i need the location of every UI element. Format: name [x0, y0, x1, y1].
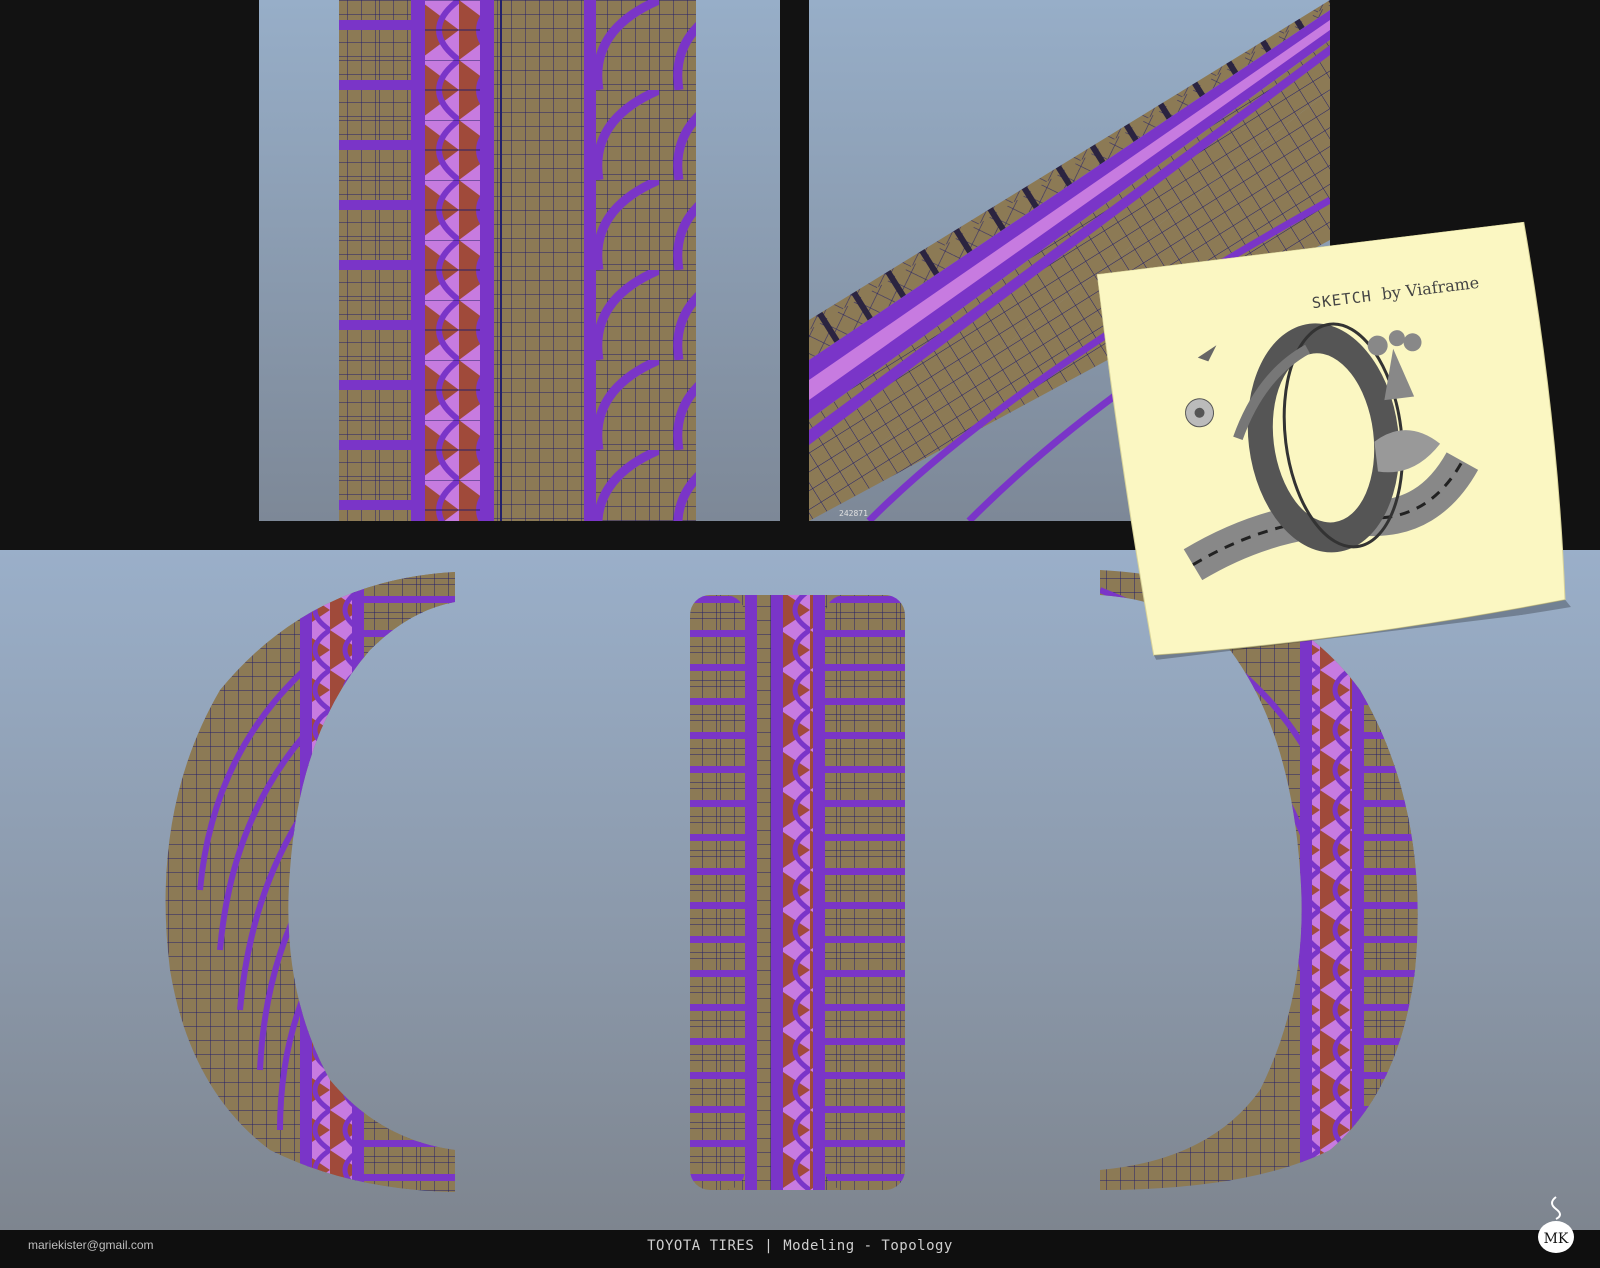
mk-logo-icon: MK	[1536, 1193, 1576, 1253]
tire-views-render	[165, 570, 1418, 1192]
sticky-note: SKETCH by Viaframe	[1096, 221, 1581, 662]
sticky-note-sketch-image	[1096, 221, 1571, 660]
viewport-bottom[interactable]	[0, 550, 1600, 1230]
footer-separator: |	[764, 1238, 774, 1254]
viewport-label: 242871	[839, 509, 868, 518]
tire-left-view	[165, 572, 456, 1192]
logo-text: MK	[1544, 1231, 1569, 1247]
tire-center-view	[690, 595, 905, 1190]
footer-project: TOYOTA TIRES	[647, 1238, 755, 1254]
viewport-top-left[interactable]	[259, 0, 780, 521]
footer-title: TOYOTA TIRES | Modeling - Topology	[0, 1238, 1600, 1254]
footer-subtitle: Modeling - Topology	[783, 1238, 953, 1254]
tread-front-render	[339, 0, 696, 521]
